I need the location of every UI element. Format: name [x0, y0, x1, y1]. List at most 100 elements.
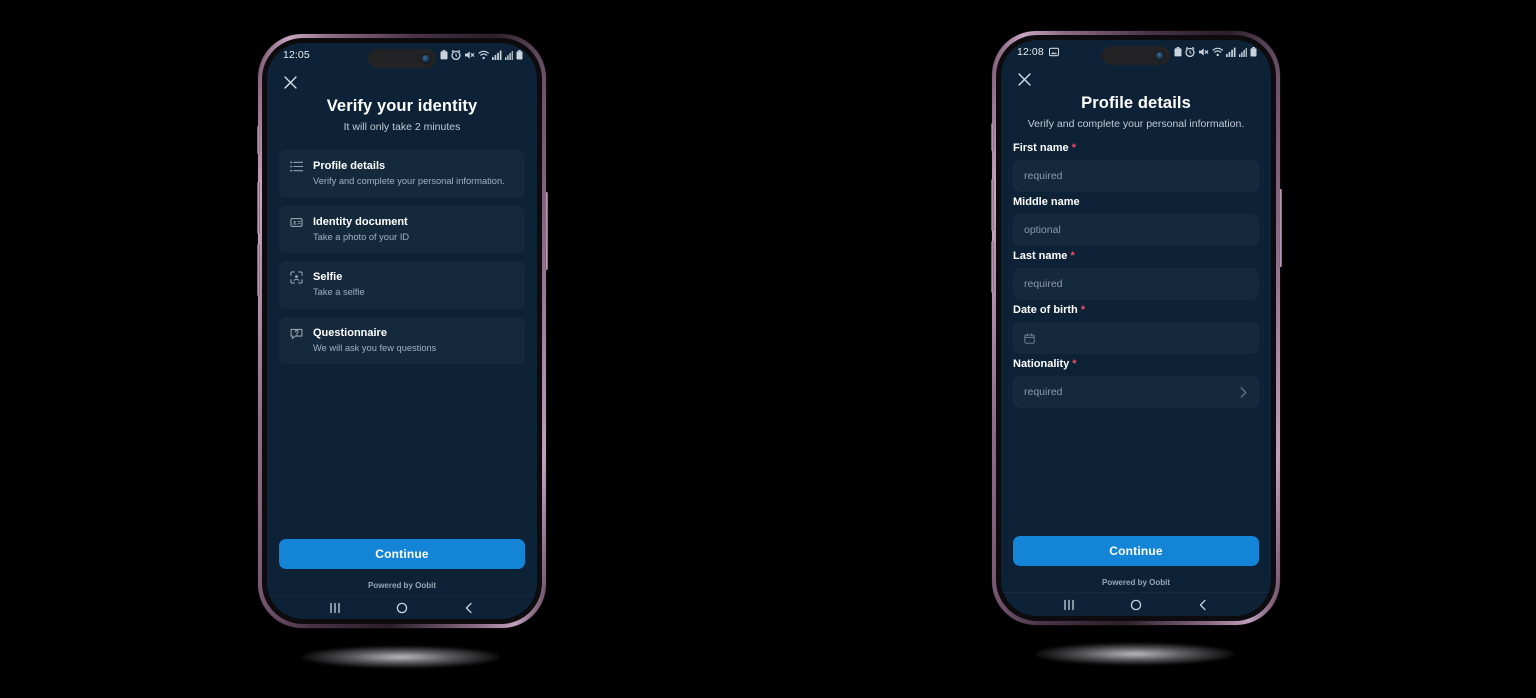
app-content-right: Profile details Verify and complete your… [1001, 64, 1271, 616]
status-bar-time: 12:05 [283, 49, 310, 61]
step-card-profile-details[interactable]: Profile details Verify and complete your… [279, 150, 525, 198]
last-name-input[interactable]: required [1013, 268, 1259, 300]
continue-button[interactable]: Continue [279, 539, 525, 569]
field-date-of-birth: Date of birth * [1013, 304, 1259, 354]
step-title: Profile details [313, 160, 386, 172]
step-card-questionnaire[interactable]: Questionnaire We will ask you few questi… [279, 316, 525, 365]
home-icon[interactable] [389, 599, 415, 617]
field-last-name: Last name * required [1013, 250, 1259, 300]
front-camera-icon [422, 54, 430, 63]
field-label-text: Date of birth [1013, 304, 1078, 316]
profile-details-form: First name * required Middle name option… [1013, 142, 1259, 412]
android-nav-bar [267, 595, 537, 619]
step-description: Take a photo of your ID [313, 231, 410, 242]
continue-button[interactable]: Continue [1013, 536, 1259, 566]
first-name-input[interactable]: required [1013, 160, 1259, 192]
android-nav-bar [1001, 592, 1271, 616]
step-description: Take a selfie [313, 287, 365, 298]
alarm-icon [1185, 47, 1195, 57]
wifi-icon [478, 50, 489, 60]
step-description: Verify and complete your personal inform… [313, 176, 505, 187]
phone-right-screen: 12:08 Profile details Verify and complet… [1001, 40, 1271, 616]
dynamic-island [1102, 46, 1170, 65]
flex-spacer [279, 364, 525, 539]
page-subtitle: Verify and complete your personal inform… [1027, 118, 1245, 130]
step-card-selfie[interactable]: Selfie Take a selfie [279, 261, 525, 309]
phone-right-volume-up-button[interactable] [990, 179, 994, 231]
phone-left-bezel: 12:05 Verify your identity It will only … [262, 38, 542, 624]
list-icon [290, 159, 304, 178]
phone-right-silence-button[interactable] [990, 123, 994, 151]
date-of-birth-input[interactable] [1013, 322, 1259, 354]
phone-left-silence-button[interactable] [256, 126, 260, 154]
phone-right-volume-down-button[interactable] [990, 241, 994, 293]
step-card-identity-document[interactable]: Identity document Take a photo of your I… [279, 205, 525, 254]
phone-right-power-button[interactable] [1278, 189, 1282, 267]
field-first-name: First name * required [1013, 142, 1259, 192]
status-bar-left-group: 12:05 [283, 49, 310, 61]
input-placeholder: required [1024, 170, 1063, 182]
required-marker: * [1071, 142, 1076, 154]
close-icon[interactable] [1015, 70, 1033, 88]
verification-steps-list: Profile details Verify and complete your… [279, 150, 525, 365]
battery-saver-icon [440, 50, 448, 60]
screenshot-icon [1048, 47, 1059, 57]
back-icon[interactable] [456, 599, 482, 617]
recents-icon[interactable] [1056, 596, 1082, 614]
top-bar-right [1001, 64, 1271, 94]
field-label: Date of birth * [1013, 304, 1259, 316]
calendar-icon [1024, 332, 1035, 344]
signal-icon [492, 50, 502, 60]
input-placeholder: required [1024, 386, 1063, 398]
step-card-text: Profile details Verify and complete your… [313, 159, 513, 188]
phone-right-frame: 12:08 Profile details Verify and complet… [990, 31, 1282, 625]
nationality-select[interactable]: required [1013, 376, 1259, 408]
chevron-right-icon [1239, 386, 1248, 398]
step-title: Questionnaire [313, 326, 387, 339]
step-card-text: Selfie Take a selfie [313, 270, 513, 299]
recents-icon[interactable] [322, 599, 348, 617]
phone-left-volume-up-button[interactable] [256, 182, 260, 234]
face-scan-icon [290, 270, 304, 289]
step-title: Selfie [313, 271, 343, 284]
required-marker: * [1070, 250, 1075, 262]
middle-name-input[interactable]: optional [1013, 214, 1259, 246]
signal-secondary-icon [505, 51, 513, 60]
powered-by-label: Powered by Oobit [1101, 578, 1170, 587]
page-title: Verify your identity [326, 97, 478, 115]
phone-left-volume-down-button[interactable] [256, 244, 260, 296]
field-label-text: Middle name [1013, 196, 1080, 208]
battery-icon [516, 50, 523, 60]
phone-right-bezel: 12:08 Profile details Verify and complet… [996, 35, 1276, 621]
input-placeholder: optional [1024, 224, 1061, 236]
top-bar-left [267, 67, 537, 97]
field-label: Middle name [1013, 196, 1259, 208]
step-card-text: Questionnaire We will ask you few questi… [313, 326, 513, 355]
wifi-icon [1212, 47, 1223, 57]
home-icon[interactable] [1123, 596, 1149, 614]
required-marker: * [1072, 358, 1077, 370]
field-label-text: Last name [1013, 250, 1068, 262]
footer-right: Continue Powered by Oobit [1001, 536, 1271, 592]
close-icon[interactable] [281, 73, 299, 91]
field-label: Last name * [1013, 250, 1259, 262]
phone-left-frame: 12:05 Verify your identity It will only … [256, 34, 548, 628]
flex-spacer [1013, 412, 1259, 536]
footer-left: Continue Powered by Oobit [267, 539, 537, 595]
required-marker: * [1080, 304, 1086, 316]
status-bar-right-group [440, 50, 523, 60]
page-body-left: Verify your identity It will only take 2… [267, 97, 537, 539]
step-card-text: Identity document Take a photo of your I… [313, 215, 513, 244]
status-bar-right-group [1174, 47, 1257, 57]
signal-secondary-icon [1239, 48, 1247, 57]
field-label: Nationality * [1013, 358, 1259, 370]
back-icon[interactable] [1190, 596, 1216, 614]
phone-left-power-button[interactable] [544, 192, 548, 270]
step-title: Identity document [313, 215, 408, 228]
field-nationality: Nationality * required [1013, 358, 1259, 408]
phone-left-reflection [302, 646, 500, 668]
page-body-right: Profile details Verify and complete your… [1001, 94, 1271, 536]
signal-icon [1226, 47, 1236, 57]
phone-left-screen: 12:05 Verify your identity It will only … [267, 43, 537, 619]
page-title: Profile details [1081, 94, 1191, 112]
